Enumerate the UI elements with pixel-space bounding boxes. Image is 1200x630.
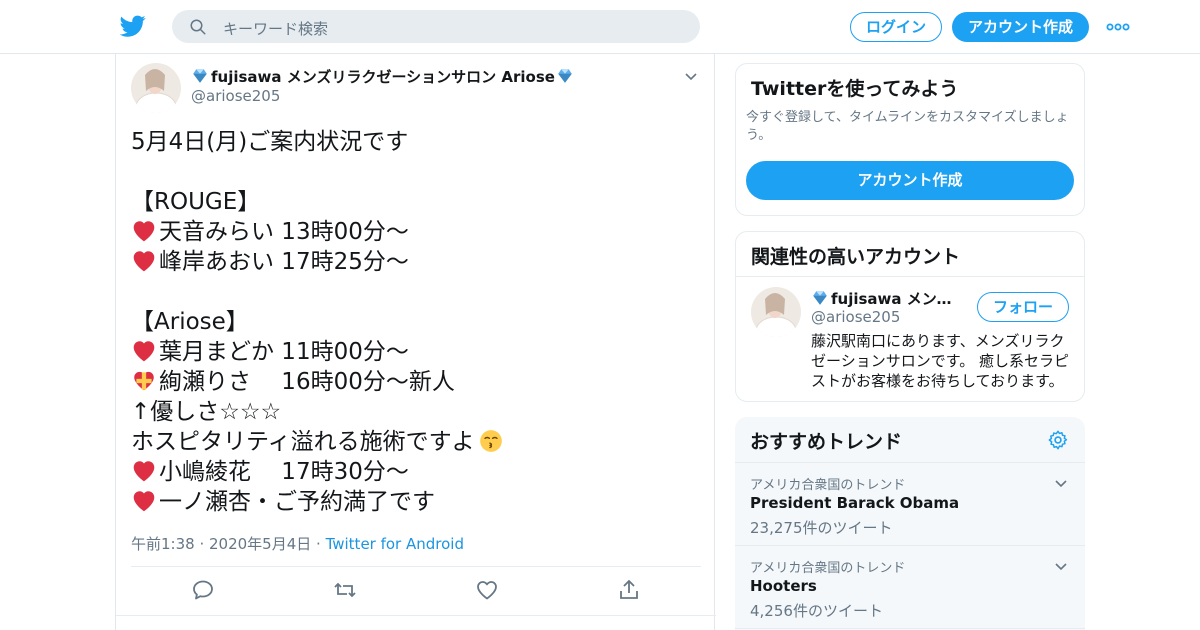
like-icon[interactable] <box>475 578 499 602</box>
heart-icon <box>133 341 155 362</box>
tweet-line: 小嶋綾花 17時30分～ <box>131 457 701 487</box>
tweet-line-text: ↑優しさ☆☆☆ <box>131 399 282 425</box>
tweet-line: 葉月まどか 11時00分～ <box>131 337 701 367</box>
signup-button[interactable]: アカウント作成 <box>952 12 1089 42</box>
chevron-down-icon[interactable] <box>1053 475 1069 491</box>
tweet-line-text: 一ノ瀬杏・ご予約満了です <box>159 489 435 515</box>
tweet-source-link[interactable]: Twitter for Android <box>326 535 464 553</box>
divider <box>735 628 1085 629</box>
heart-icon <box>133 461 155 482</box>
trend-item[interactable]: アメリカ合衆国のトレンド President Barack Obama 23,2… <box>735 463 1085 546</box>
divider <box>131 566 701 567</box>
twitter-logo-icon[interactable] <box>120 13 146 39</box>
gem-icon <box>193 69 207 83</box>
divider <box>736 276 1084 277</box>
trends-title: おすすめトレンド <box>750 431 903 453</box>
gear-icon[interactable] <box>1047 429 1069 451</box>
tweet-line-text: 5月4日(月)ご案内状況です <box>131 129 409 155</box>
signup-card-button[interactable]: アカウント作成 <box>746 161 1074 200</box>
tweet-text: 5月4日(月)ご案内状況です 【ROUGE】天音みらい 13時00分～ 峰岸あおい … <box>131 127 701 517</box>
tweet-column: fujisawa メンズリラクゼーションサロン Ariose @ariose20… <box>115 54 716 630</box>
share-icon[interactable] <box>617 578 641 602</box>
related-account-name-text: fujisawa メンズ… <box>831 290 961 308</box>
tweet-line-text: 絢瀬りさ 16時00分～新人 <box>159 369 455 395</box>
related-account-avatar[interactable] <box>751 287 801 337</box>
related-accounts-card: 関連性の高いアカウント fujisawa メンズ… @ariose205 フォロ… <box>735 231 1085 402</box>
tweet-line: 【ROUGE】 <box>131 187 701 217</box>
chevron-down-icon[interactable] <box>683 68 699 84</box>
divider <box>116 615 716 616</box>
tweet-line-text: 峰岸あおい 17時25分～ <box>159 249 409 275</box>
heart-icon <box>133 491 155 512</box>
kissing-face-icon <box>479 430 502 452</box>
search-bar[interactable]: キーワード検索 <box>172 10 700 43</box>
chevron-down-icon[interactable] <box>1053 558 1069 574</box>
tweet-line: 峰岸あおい 17時25分～ <box>131 247 701 277</box>
tweet-line-text: ホスピタリティ溢れる施術ですよ <box>131 429 475 455</box>
login-button[interactable]: ログイン <box>850 12 942 42</box>
tweet-line <box>131 157 701 187</box>
signup-card-description: 今すぐ登録して、タイムラインをカスタマイズしましょう。 <box>746 110 1069 143</box>
tweet-actions <box>116 578 716 606</box>
retweet-icon[interactable] <box>333 578 357 602</box>
trend-name[interactable]: President Barack Obama <box>750 494 959 512</box>
tweet-timestamp[interactable]: 午前1:38 · 2020年5月4日 <box>131 535 311 553</box>
tweet-line-text: 【Ariose】 <box>131 309 249 335</box>
author-handle[interactable]: @ariose205 <box>191 87 280 105</box>
tweet-line: ↑優しさ☆☆☆ <box>131 397 701 427</box>
trend-tweet-count: 23,275件のツイート <box>750 519 893 537</box>
signup-card-title: Twitterを使ってみよう <box>751 78 959 100</box>
tweet-line: 一ノ瀬杏・ご予約満了です <box>131 487 701 517</box>
heart-ribbon-icon <box>134 371 154 391</box>
related-account-handle[interactable]: @ariose205 <box>811 308 900 326</box>
trend-item[interactable]: アメリカ合衆国のトレンド Hooters 4,256件のツイート <box>735 546 1085 629</box>
follow-button[interactable]: フォロー <box>977 292 1069 322</box>
top-bar: キーワード検索 ログイン アカウント作成 <box>0 0 1200 54</box>
tweet-meta: 午前1:38 · 2020年5月4日 · Twitter for Android <box>131 533 464 554</box>
author-name[interactable]: fujisawa メンズリラクゼーションサロン Ariose <box>191 66 576 87</box>
search-input[interactable]: キーワード検索 <box>223 18 328 39</box>
related-account-name[interactable]: fujisawa メンズ… <box>811 288 961 309</box>
related-accounts-title: 関連性の高いアカウント <box>751 246 961 268</box>
tweet-line: 天音みらい 13時00分～ <box>131 217 701 247</box>
tweet-line: 5月4日(月)ご案内状況です <box>131 127 701 157</box>
signup-card: Twitterを使ってみよう 今すぐ登録して、タイムラインをカスタマイズしましょ… <box>735 63 1085 216</box>
tweet-line: 絢瀬りさ 16時00分～新人 <box>131 367 701 397</box>
tweet-line <box>131 277 701 307</box>
tweet-line-text: 葉月まどか 11時00分～ <box>159 339 409 365</box>
author-avatar[interactable] <box>131 63 181 113</box>
gem-icon <box>813 291 827 305</box>
trend-context: アメリカ合衆国のトレンド <box>750 478 906 493</box>
more-options-icon[interactable] <box>1106 20 1130 34</box>
trend-name[interactable]: Hooters <box>750 577 817 595</box>
tweet-line-text: 小嶋綾花 17時30分～ <box>159 459 409 485</box>
tweet-line: ホスピタリティ溢れる施術ですよ <box>131 427 701 457</box>
trend-tweet-count: 4,256件のツイート <box>750 602 883 620</box>
tweet-line-text: 天音みらい 13時00分～ <box>159 219 409 245</box>
meta-separator: · <box>311 535 326 553</box>
author-name-text: fujisawa メンズリラクゼーションサロン Ariose <box>211 68 555 86</box>
related-account-bio: 藤沢駅南口にあります、メンズリラクゼーションサロンです。 癒し系セラピストがお客… <box>811 332 1069 390</box>
tweet-line-text: 【ROUGE】 <box>131 189 261 215</box>
tweet-line: 【Ariose】 <box>131 307 701 337</box>
search-icon <box>190 19 206 35</box>
reply-icon[interactable] <box>191 578 215 602</box>
heart-icon <box>133 221 155 242</box>
trend-context: アメリカ合衆国のトレンド <box>750 561 906 576</box>
gem-icon <box>558 69 572 83</box>
trends-card: おすすめトレンド アメリカ合衆国のトレンド President Barack O… <box>735 417 1085 630</box>
heart-icon <box>133 251 155 272</box>
